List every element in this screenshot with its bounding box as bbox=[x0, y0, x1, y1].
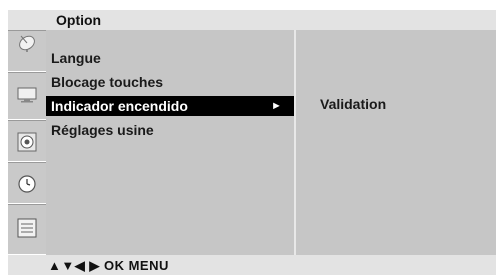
right-arrow-icon: ► bbox=[271, 100, 282, 112]
menu-item-reglages-usine[interactable]: Réglages usine bbox=[46, 120, 294, 140]
speaker-icon bbox=[17, 132, 37, 152]
menu-item-blocage-touches[interactable]: Blocage touches bbox=[46, 72, 294, 92]
menu-item-indicador-encendido[interactable]: Indicador encendido ► bbox=[46, 96, 294, 116]
clock-icon bbox=[18, 175, 36, 193]
option-box-icon bbox=[17, 218, 37, 238]
category-time[interactable] bbox=[8, 162, 46, 204]
submenu-panel: Validation bbox=[296, 30, 496, 255]
option-menu-list: Langue Blocage touches Indicador encendi… bbox=[46, 30, 294, 255]
menu-item-label: Réglages usine bbox=[51, 122, 154, 138]
menu-item-langue[interactable]: Langue bbox=[46, 48, 294, 68]
menu-item-label: Langue bbox=[51, 50, 101, 66]
monitor-icon bbox=[17, 87, 37, 103]
menu-header: Option bbox=[8, 10, 496, 30]
satellite-dish-icon bbox=[19, 35, 35, 52]
menu-title: Option bbox=[56, 12, 102, 28]
navigation-hint: ▲▼◀ ▶ OK MENU bbox=[48, 258, 169, 273]
category-station[interactable] bbox=[8, 30, 46, 72]
navigation-hint-bar: ▲▼◀ ▶ OK MENU bbox=[8, 255, 496, 275]
category-sound[interactable] bbox=[8, 120, 46, 162]
category-picture[interactable] bbox=[8, 72, 46, 120]
menu-item-label: Indicador encendido bbox=[51, 98, 188, 114]
category-icon-column bbox=[8, 30, 46, 255]
submenu-item-validation[interactable]: Validation bbox=[320, 96, 386, 112]
category-option[interactable] bbox=[8, 204, 46, 255]
menu-item-label: Blocage touches bbox=[51, 74, 164, 90]
